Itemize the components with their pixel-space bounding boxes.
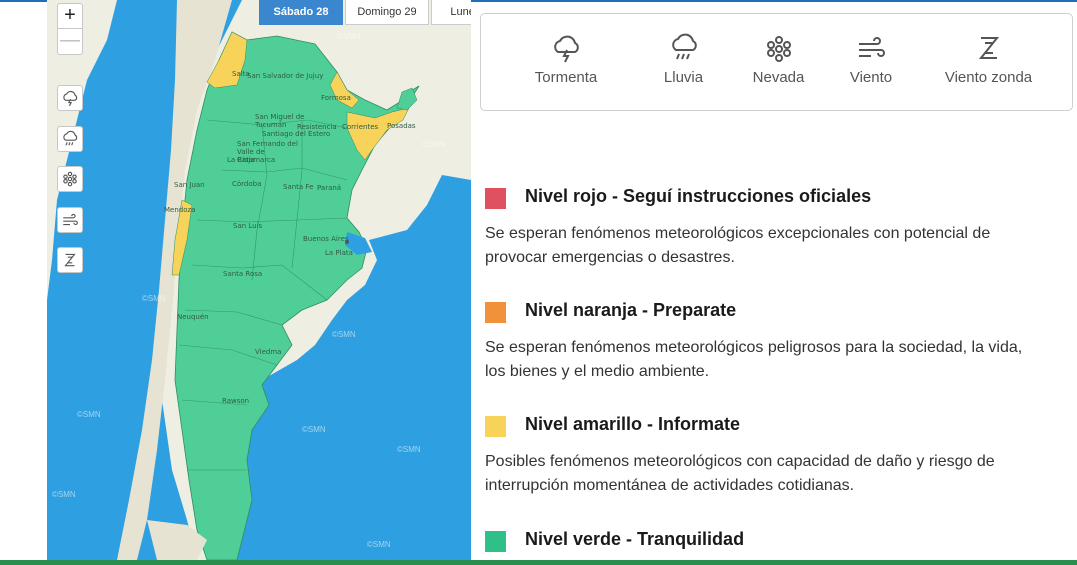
label-cordoba: Córdoba bbox=[232, 180, 262, 188]
wind-icon bbox=[859, 37, 885, 57]
level-yellow: Nivel amarillo - Informate Posibles fenó… bbox=[485, 414, 1075, 504]
level-orange-swatch bbox=[485, 302, 506, 323]
tab-day-monday[interactable]: Lunes 30 bbox=[431, 0, 471, 25]
label-la-plata: La Plata bbox=[325, 249, 353, 257]
legend-label-rain: Lluvia bbox=[663, 69, 704, 86]
level-green-title: Nivel verde - Tranquilidad bbox=[525, 529, 745, 549]
smn-watermark: ©SMN bbox=[422, 140, 446, 149]
phenomena-legend: Tormenta Lluvia Nevada Viento Viento zon… bbox=[480, 13, 1073, 111]
snow-icon bbox=[63, 171, 77, 187]
smn-watermark: ©SMN bbox=[332, 330, 356, 339]
legend-label-wind: Viento bbox=[849, 69, 893, 86]
level-green-swatch bbox=[485, 531, 506, 552]
label-corrientes: Corrientes bbox=[342, 123, 379, 131]
level-orange-title: Nivel naranja - Preparate bbox=[525, 300, 737, 320]
label-viedma: Viedma bbox=[255, 348, 282, 356]
smn-watermark: ©SMN bbox=[302, 425, 326, 434]
smn-watermark: ©SMN bbox=[77, 410, 101, 419]
storm-icon bbox=[63, 91, 78, 107]
label-posadas: Posadas bbox=[387, 122, 416, 130]
layer-snow-button[interactable] bbox=[57, 166, 83, 192]
legend-item-rain[interactable]: Lluvia bbox=[641, 14, 726, 112]
label-parana: Paraná bbox=[317, 184, 342, 192]
label-san-luis: San Luis bbox=[233, 222, 263, 230]
snow-icon bbox=[766, 36, 791, 62]
level-orange-description: Se esperan fenómenos meteorológicos peli… bbox=[485, 339, 1023, 380]
rain-icon bbox=[671, 33, 697, 60]
wind-icon bbox=[63, 213, 78, 226]
label-formosa: Formosa bbox=[321, 94, 351, 102]
zonda-icon bbox=[64, 253, 76, 267]
level-yellow-description: Posibles fenómenos meteorológicos con ca… bbox=[485, 453, 995, 494]
bottom-bar bbox=[0, 560, 1077, 565]
label-neuquen: Neuquén bbox=[177, 313, 209, 321]
smn-watermark: ©SMN bbox=[397, 445, 421, 454]
zoom-out-button[interactable]: — bbox=[57, 29, 83, 55]
legend-item-zonda[interactable]: Viento zonda bbox=[931, 14, 1046, 112]
level-red: Nivel rojo - Seguí instrucciones oficial… bbox=[485, 186, 1075, 276]
layer-zonda-button[interactable] bbox=[57, 247, 83, 273]
zoom-in-button[interactable]: + bbox=[57, 3, 83, 29]
label-santa-fe: Santa Fe bbox=[283, 183, 314, 191]
legend-item-snow[interactable]: Nevada bbox=[736, 14, 821, 112]
smn-watermark: ©SMN bbox=[52, 490, 76, 499]
level-red-swatch bbox=[485, 188, 506, 209]
label-la-rioja: La Rioja bbox=[227, 156, 255, 164]
smn-watermark: ©SMN bbox=[337, 32, 361, 41]
page: Salta San Salvador de Jujuy Formosa San … bbox=[0, 0, 1077, 565]
layer-rain-button[interactable] bbox=[57, 126, 83, 152]
label-rawson: Rawson bbox=[222, 397, 250, 405]
label-mendoza: Mendoza bbox=[164, 206, 196, 214]
tab-day-sunday[interactable]: Domingo 29 bbox=[345, 0, 429, 25]
level-green: Nivel verde - Tranquilidad bbox=[485, 529, 1075, 559]
layer-storm-button[interactable] bbox=[57, 85, 83, 111]
legend-item-wind[interactable]: Viento bbox=[831, 14, 911, 112]
smn-watermark: ©SMN bbox=[142, 294, 166, 303]
level-red-title: Nivel rojo - Seguí instrucciones oficial… bbox=[525, 186, 872, 206]
level-red-description: Se esperan fenómenos meteorológicos exce… bbox=[485, 225, 991, 266]
layer-wind-button[interactable] bbox=[57, 207, 83, 233]
legend-label-storm: Tormenta bbox=[534, 69, 598, 86]
zonda-icon bbox=[978, 37, 999, 59]
level-orange: Nivel naranja - Preparate Se esperan fen… bbox=[485, 300, 1075, 390]
tab-day-saturday[interactable]: Sábado 28 bbox=[259, 0, 343, 25]
smn-watermark: ©SMN bbox=[367, 540, 391, 549]
legend-item-storm[interactable]: Tormenta bbox=[521, 14, 611, 112]
legend-label-snow: Nevada bbox=[752, 69, 805, 86]
level-yellow-title: Nivel amarillo - Informate bbox=[525, 414, 741, 434]
label-jujuy: San Salvador de Jujuy bbox=[247, 72, 324, 80]
label-santa-rosa: Santa Rosa bbox=[223, 270, 263, 278]
label-santiago-estero: Santiago del Estero bbox=[262, 130, 331, 138]
storm-icon bbox=[554, 35, 579, 63]
alert-map[interactable]: Salta San Salvador de Jujuy Formosa San … bbox=[47, 0, 471, 560]
label-buenos-aires: Buenos Aires bbox=[303, 235, 349, 243]
argentina-map bbox=[47, 0, 471, 560]
label-san-juan: San Juan bbox=[174, 181, 205, 189]
rain-icon bbox=[63, 130, 78, 146]
level-yellow-swatch bbox=[485, 416, 506, 437]
legend-label-zonda: Viento zonda bbox=[944, 69, 1033, 86]
